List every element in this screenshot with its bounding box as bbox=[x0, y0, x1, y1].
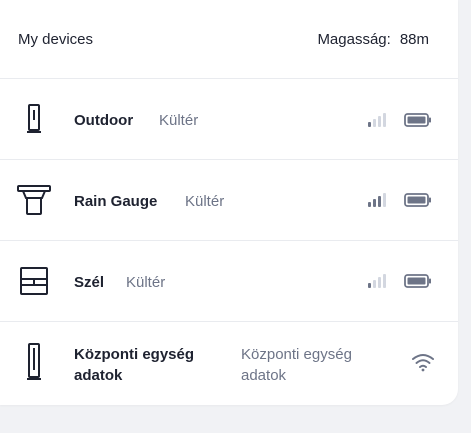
device-name: Outdoor bbox=[74, 112, 134, 129]
signal-strength-icon bbox=[368, 274, 386, 288]
device-name-line1: Központi egység bbox=[74, 346, 195, 363]
device-row-wind[interactable]: Szél Kültér bbox=[0, 241, 458, 322]
my-devices-card: My devices Magasság: 88m Outdoor Kültér bbox=[0, 0, 458, 405]
device-row-base-station[interactable]: Központi egység adatok Központi egység a… bbox=[0, 322, 458, 406]
card-title: My devices bbox=[18, 31, 94, 48]
device-name: Szél bbox=[74, 274, 105, 291]
device-name: Rain Gauge bbox=[74, 193, 158, 210]
altitude-value: 88m bbox=[399, 31, 429, 48]
battery-icon bbox=[404, 113, 431, 127]
signal-strength-icon bbox=[368, 193, 386, 207]
outdoor-sensor-icon bbox=[16, 101, 52, 137]
altitude-label: Magasság: bbox=[317, 31, 391, 48]
device-location: Kültér bbox=[185, 193, 225, 210]
wind-sensor-icon bbox=[16, 263, 52, 299]
battery-icon bbox=[404, 274, 431, 288]
device-location: Központi egység adatok bbox=[241, 344, 352, 386]
device-row-outdoor[interactable]: Outdoor Kültér bbox=[0, 79, 458, 160]
device-location: Kültér bbox=[126, 274, 166, 291]
altitude-display: Magasság: 88m bbox=[317, 31, 429, 48]
base-station-icon bbox=[16, 343, 52, 380]
card-header: My devices Magasság: 88m bbox=[0, 0, 458, 79]
device-name: Központi egység adatok bbox=[74, 344, 194, 386]
device-location-line2: adatok bbox=[241, 367, 287, 384]
signal-strength-icon bbox=[368, 113, 386, 127]
device-location: Kültér bbox=[159, 112, 199, 129]
device-name-line2: adatok bbox=[74, 367, 123, 384]
wifi-icon bbox=[412, 354, 434, 372]
device-location-line1: Központi egység bbox=[241, 346, 352, 363]
battery-icon bbox=[404, 193, 431, 207]
rain-gauge-icon bbox=[16, 182, 52, 218]
device-row-rain-gauge[interactable]: Rain Gauge Kültér bbox=[0, 160, 458, 241]
